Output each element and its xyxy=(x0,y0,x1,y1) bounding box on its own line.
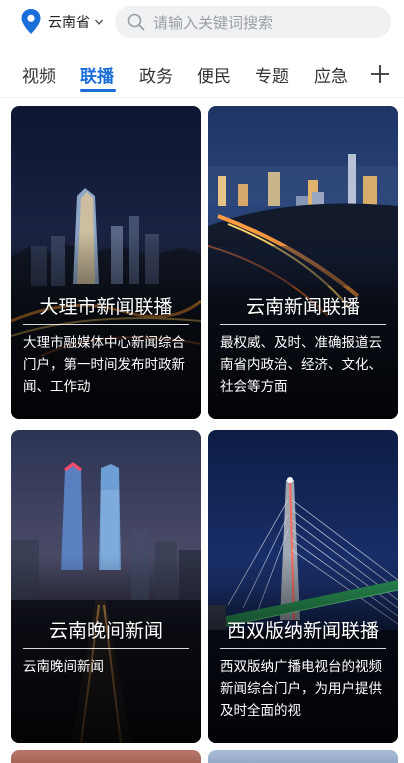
card-title: 大理市新闻联播 xyxy=(39,296,173,318)
card-description: 云南晚间新闻 xyxy=(23,659,104,675)
channel-grid: 大理市新闻联播 大理市融媒体中心新闻综合门户，第一时间发布时政新闻、工作动 云南… xyxy=(0,98,404,763)
card-divider xyxy=(220,324,386,325)
active-tab-indicator xyxy=(80,89,116,92)
tab-broadcast[interactable]: 联播 xyxy=(80,62,114,87)
channel-card-yunnan-evening[interactable]: 云南晚间新闻 云南晚间新闻 xyxy=(11,430,201,743)
channel-card-yunnan[interactable]: 云南新闻联播 最权威、及时、准确报道云南省内政治、经济、文化、社会等方面 xyxy=(208,106,398,419)
search-placeholder: 请输入关键词搜索 xyxy=(153,13,274,32)
tab-convenience[interactable]: 便民 xyxy=(197,62,231,87)
channel-card-dali[interactable]: 大理市新闻联播 大理市融媒体中心新闻综合门户，第一时间发布时政新闻、工作动 xyxy=(11,106,201,419)
top-bar: 云南省 请输入关键词搜索 xyxy=(0,0,404,46)
card-shade xyxy=(11,430,201,743)
channel-card-next-right[interactable] xyxy=(208,750,398,763)
plus-icon[interactable] xyxy=(370,64,390,84)
location-pin-icon xyxy=(21,9,41,34)
search-icon xyxy=(127,13,145,31)
search-input[interactable]: 请输入关键词搜索 xyxy=(115,6,391,38)
channel-card-next-left[interactable] xyxy=(11,750,201,763)
location-selector[interactable]: 云南省 xyxy=(20,8,104,36)
card-divider xyxy=(220,648,386,649)
card-description: 大理市融媒体中心新闻综合门户，第一时间发布时政新闻、工作动 xyxy=(23,335,185,395)
card-divider xyxy=(23,324,189,325)
location-name: 云南省 xyxy=(48,15,90,31)
tab-video[interactable]: 视频 xyxy=(22,62,56,87)
channel-card-xishuangbanna[interactable]: 西双版纳新闻联播 西双版纳广播电视台的视频新闻综合门户，为用户提供及时全面的视 xyxy=(208,430,398,743)
card-description: 西双版纳广播电视台的视频新闻综合门户，为用户提供及时全面的视 xyxy=(220,659,382,719)
category-tabs: 视频 联播 政务 便民 专题 应急 xyxy=(0,52,404,98)
chevron-down-icon xyxy=(94,19,104,25)
card-description: 最权威、及时、准确报道云南省内政治、经济、文化、社会等方面 xyxy=(220,335,382,395)
tab-government[interactable]: 政务 xyxy=(139,62,173,87)
card-title: 云南晚间新闻 xyxy=(48,620,163,642)
card-title: 西双版纳新闻联播 xyxy=(226,620,379,642)
tab-emergency[interactable]: 应急 xyxy=(314,62,348,87)
card-title: 云南新闻联播 xyxy=(245,296,360,318)
card-divider xyxy=(23,648,189,649)
tab-special[interactable]: 专题 xyxy=(255,62,289,87)
